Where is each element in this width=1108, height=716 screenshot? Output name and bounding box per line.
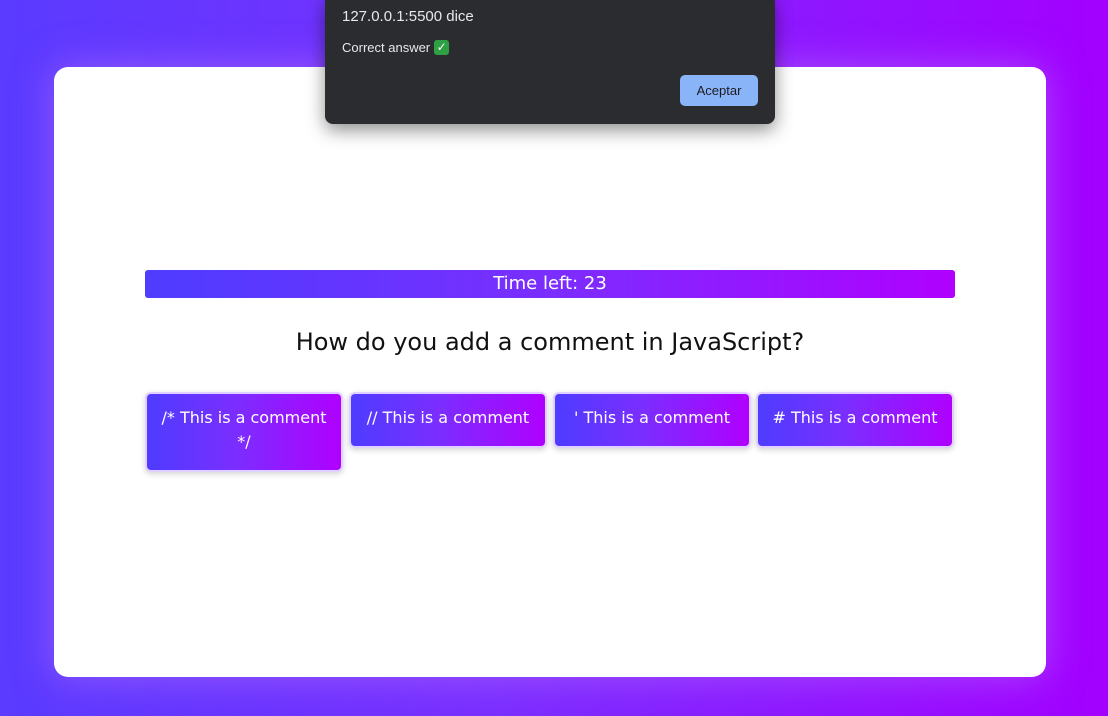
quiz-card: Time left: 23 How do you add a comment i…: [54, 67, 1046, 677]
timer-bar: Time left: 23: [145, 270, 955, 298]
answer-button-1[interactable]: /* This is a comment */: [145, 392, 343, 472]
alert-title: 127.0.0.1:5500 dice: [342, 8, 474, 25]
answer-button-2[interactable]: // This is a comment: [349, 392, 547, 448]
accept-button[interactable]: Aceptar: [680, 75, 758, 106]
question-text: How do you add a comment in JavaScript?: [295, 328, 805, 356]
alert-message: Correct answer ✓: [342, 40, 450, 55]
answer-button-3[interactable]: ' This is a comment: [553, 392, 751, 448]
answer-button-4[interactable]: # This is a comment: [756, 392, 954, 448]
alert-message-text: Correct answer: [342, 40, 431, 55]
answer-options: /* This is a comment */ // This is a com…: [145, 392, 957, 474]
check-mark-icon: ✓: [434, 40, 450, 55]
alert-dialog: 127.0.0.1:5500 dice Correct answer ✓ Ace…: [325, 0, 775, 124]
